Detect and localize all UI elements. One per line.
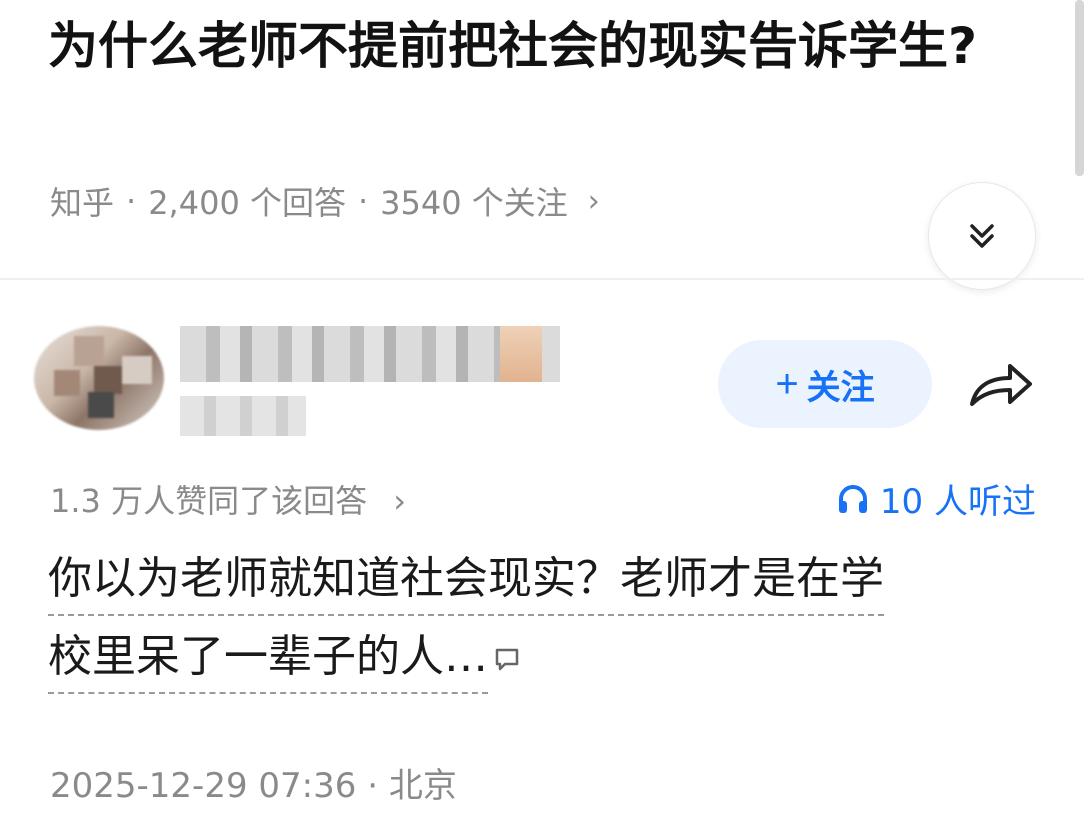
scrollbar-thumb[interactable] bbox=[1075, 0, 1084, 176]
plus-icon: + bbox=[775, 361, 799, 406]
question-meta[interactable]: 知乎 · 2,400 个回答 · 3540 个关注 › bbox=[50, 178, 600, 224]
double-chevron-down-icon bbox=[970, 224, 994, 248]
answers-count: 2,400 个回答 bbox=[148, 184, 346, 222]
upvote-text: 1.3 万人赞同了该回答 bbox=[50, 482, 368, 520]
timestamp-text: 2025-12-29 07:36 bbox=[50, 766, 357, 806]
share-arrow-icon[interactable] bbox=[966, 356, 1036, 412]
author-avatar[interactable] bbox=[34, 326, 164, 430]
author-headline-blurred bbox=[180, 396, 306, 436]
follow-button[interactable]: + 关注 bbox=[718, 340, 932, 428]
location-text: 北京 bbox=[388, 766, 457, 806]
meta-separator: · bbox=[367, 766, 379, 806]
chevron-right-icon: › bbox=[587, 183, 600, 219]
source-label: 知乎 bbox=[50, 184, 115, 222]
comment-icon[interactable] bbox=[492, 644, 522, 674]
upvote-summary[interactable]: 1.3 万人赞同了该回答 › bbox=[50, 476, 406, 522]
answer-line: 你以为老师就知道社会现实？老师才是在学 bbox=[48, 544, 884, 616]
author-name-blurred[interactable] bbox=[180, 326, 560, 382]
author-badge bbox=[500, 326, 542, 382]
meta-separator: · bbox=[126, 182, 137, 220]
follow-count: 3540 个关注 bbox=[380, 184, 568, 222]
headphones-icon bbox=[838, 484, 867, 513]
listen-text: 10 人听过 bbox=[879, 482, 1036, 522]
question-title[interactable]: 为什么老师不提前把社会的现实告诉学生? bbox=[48, 6, 1038, 86]
answer-excerpt[interactable]: 你以为老师就知道社会现实？老师才是在学 校里呆了一辈子的人… bbox=[48, 540, 1038, 696]
answer-line: 校里呆了一辈子的人… bbox=[48, 622, 488, 694]
answer-timestamp: 2025-12-29 07:36 · 北京 bbox=[50, 758, 457, 807]
collapse-button[interactable] bbox=[928, 182, 1036, 290]
meta-separator: · bbox=[357, 182, 369, 220]
section-divider bbox=[0, 278, 1084, 280]
chevron-right-icon: › bbox=[393, 482, 407, 520]
listen-count[interactable]: 10 人听过 bbox=[836, 474, 1036, 523]
follow-label: 关注 bbox=[806, 368, 875, 407]
